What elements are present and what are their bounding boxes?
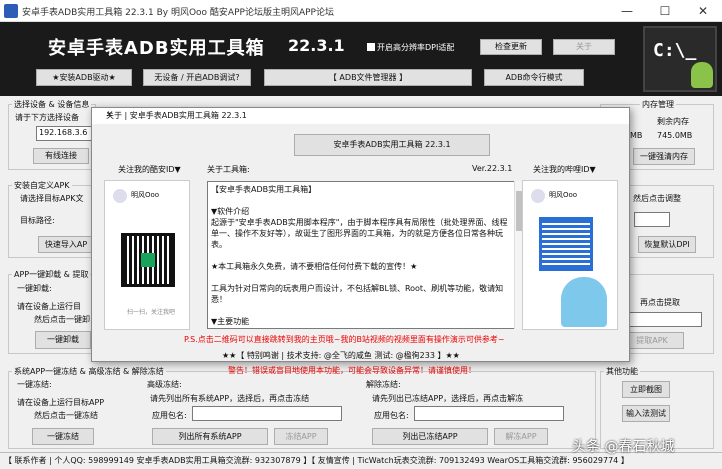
install-apk-hint: 请选择目标APK文 (20, 194, 84, 203)
dialog-banner-button[interactable]: 安卓手表ADB实用工具箱 22.3.1 (294, 134, 490, 156)
maximize-button[interactable]: ☐ (646, 0, 684, 22)
device-ip-field[interactable]: 192.168.3.6 (36, 126, 96, 141)
uninstall-step1: 请在设备上运行目 (17, 302, 81, 311)
one-click-uninstall-button[interactable]: 一键卸载 (35, 331, 91, 349)
follow-coolapk-label: 关注我的酷安ID▼ (118, 165, 181, 174)
clean-memory-button[interactable]: 一键强清内存 (633, 148, 695, 165)
uninstall-one-click-label: 一键卸载: (17, 284, 52, 293)
coolapk-qr-card[interactable]: 明风Ooo 扫一扫，关注我吧 (104, 180, 190, 330)
intro-line (211, 305, 511, 316)
target-path-label: 目标路径: (20, 216, 55, 225)
close-button[interactable]: ✕ (684, 0, 722, 22)
free-memory-label: 剩余内存 (657, 117, 689, 126)
ime-test-button[interactable]: 输入法测试 (622, 405, 670, 422)
intro-line: ★本工具箱永久免费，请不要相信任何付费下载的宣传！★ (211, 262, 418, 271)
intro-line: ①可通过有线、无线方式连接设备，支持无线设备搜索及无线设备 (211, 327, 511, 328)
unfreeze-hint: 请先列出已冻结APP，选择后，再点击解冻 (372, 394, 524, 403)
dialog-close-button[interactable]: ✕ (106, 110, 621, 119)
unfreeze-pkg-label: 应用包名: (374, 411, 409, 420)
coolapk-sub: 扫一扫，关注我吧 (127, 309, 176, 316)
credits-text: ★★【 特别鸣谢 | 技术支持: @全飞的咸鱼 测试: @楹徇233 】★★ (222, 351, 460, 360)
follow-bili-label: 关注我的哔哩ID▼ (533, 165, 596, 174)
quick-import-button[interactable]: 快速导入AP (38, 236, 94, 253)
minimize-button[interactable]: — (608, 0, 646, 22)
extract-hint: 再点击提取 (640, 298, 680, 307)
mascot-icon (561, 277, 607, 327)
free-memory-value: 745.0MB (657, 131, 693, 140)
about-button[interactable]: 关于 (553, 39, 615, 55)
list-system-apps-button[interactable]: 列出所有系统APP (152, 428, 268, 445)
terminal-logo-icon: C:\_ (643, 26, 717, 92)
dpi-checkbox[interactable]: 开启高分辨率DPI适配 (367, 42, 454, 53)
dpi-input[interactable] (634, 212, 670, 227)
uninstall-label: APP一键卸载 & 提取 (12, 269, 91, 280)
about-dialog: 关于 | 安卓手表ADB实用工具箱 22.3.1 ✕ 安卓手表ADB实用工具箱 2… (91, 107, 630, 362)
bili-avatar (531, 189, 545, 203)
install-driver-button[interactable]: ★安装ADB驱动★ (36, 69, 132, 86)
system-app-label: 系统APP一键冻结 & 高级冻结 & 解除冻结 (12, 366, 166, 377)
dpi-hint: 然后点击调整 (633, 194, 681, 203)
select-device-hint: 请于下方选择设备 (15, 113, 79, 122)
memory-label: 内存管理 (640, 99, 676, 110)
about-tool-label: 关于工具箱: (207, 165, 250, 174)
unfreeze-app-button[interactable]: 解冻APP (494, 428, 548, 445)
intro-line: ▼主要功能 (211, 317, 250, 326)
logo-text: C:\_ (653, 40, 697, 61)
intro-line: 起源于"安卓手表ADB实用脚本程序"，由于脚本程序具有局限性（批处理界面、线程单… (211, 218, 508, 249)
bili-name: 明风Ooo (549, 191, 578, 199)
uninstall-step2: 然后点击一键卸 (34, 315, 90, 324)
window-title: 安卓手表ADB实用工具箱 22.3.1 By 明风Ooo 酷安APP论坛版主明风… (22, 8, 334, 18)
dialog-title-bar: 关于 | 安卓手表ADB实用工具箱 22.3.1 ✕ (92, 108, 629, 124)
avatar (113, 189, 127, 203)
one-click-freeze-button[interactable]: 一键冻结 (32, 428, 94, 445)
window-title-bar: 安卓手表ADB实用工具箱 22.3.1 By 明风Ooo 酷安APP论坛版主明风… (0, 0, 722, 22)
install-apk-label: 安装自定义APK (12, 180, 72, 191)
app-icon (4, 4, 18, 18)
check-update-button[interactable]: 检查更新 (480, 39, 542, 55)
watermark: 头条 @春石秋城 (572, 439, 675, 455)
intro-line (211, 250, 511, 261)
unfreeze-label: 解除冻结: (366, 380, 401, 389)
dpi-checkbox-label: 开启高分辨率DPI适配 (377, 43, 455, 52)
freeze-warning: 警告！错误或盲目地使用本功能，可能会导致设备异常！请谨慎使用！ (228, 366, 476, 375)
adv-pkg-input[interactable] (192, 406, 342, 421)
intro-textbox[interactable]: 【安卓手表ADB实用工具箱】 ▼软件介绍起源于"安卓手表ADB实用脚本程序"，由… (207, 181, 515, 329)
cmd-mode-button[interactable]: ADB命令行模式 (484, 69, 584, 86)
dialog-version: Ver.22.3.1 (472, 164, 513, 173)
bili-qr-card[interactable]: 明风Ooo (522, 180, 618, 330)
adv-pkg-label: 应用包名: (152, 411, 187, 420)
screenshot-button[interactable]: 立即截图 (622, 381, 670, 398)
intro-line: ▼软件介绍 (211, 207, 250, 216)
intro-line: 【安卓手表ADB实用工具箱】 (211, 185, 317, 194)
app-version: 22.3.1 (288, 36, 345, 55)
freeze-app-button[interactable]: 冻结APP (274, 428, 328, 445)
list-frozen-apps-button[interactable]: 列出已冻结APP (372, 428, 488, 445)
app-title: 安卓手表ADB实用工具箱 (48, 38, 265, 59)
adv-freeze-hint: 请先列出所有系统APP，选择后，再点击冻结 (150, 394, 310, 403)
freeze-one-click-label: 一键冻结: (17, 380, 52, 389)
intro-line: 工具为针对日常向的玩表用户而设计，不包括解BL锁、Root、刷机等功能，敬请知悉… (211, 284, 504, 304)
coolapk-name: 明风Ooo (131, 191, 160, 199)
extra-label: 其他功能 (604, 366, 640, 377)
intro-line (211, 195, 511, 206)
freeze-step1: 请在设备上运行目标APP (17, 398, 105, 407)
select-device-label: 选择设备 & 设备信息 (12, 99, 92, 110)
adv-freeze-label: 高级冻结: (147, 380, 182, 389)
bili-qr-code-icon[interactable] (539, 217, 593, 271)
android-robot-icon (691, 62, 713, 88)
checkbox-box[interactable] (367, 43, 375, 51)
wired-connect-button[interactable]: 有线连接 (33, 148, 89, 164)
unfreeze-pkg-input[interactable] (414, 406, 564, 421)
no-device-button[interactable]: 无设备 / 开启ADB调试? (143, 69, 251, 86)
qr-center-logo-icon (141, 253, 155, 267)
memory-unit: MB (630, 131, 643, 140)
restore-dpi-button[interactable]: 恢复默认DPI (638, 236, 696, 253)
freeze-step2: 然后点击一键冻结 (34, 411, 98, 420)
promo-text: P.S.点击二维码可以直接跳转到我的主页哦~我的B站视频的视频里面有操作演示可供… (184, 335, 505, 344)
intro-line (211, 272, 511, 283)
file-manager-button[interactable]: 【 ADB文件管理器 】 (264, 69, 472, 86)
